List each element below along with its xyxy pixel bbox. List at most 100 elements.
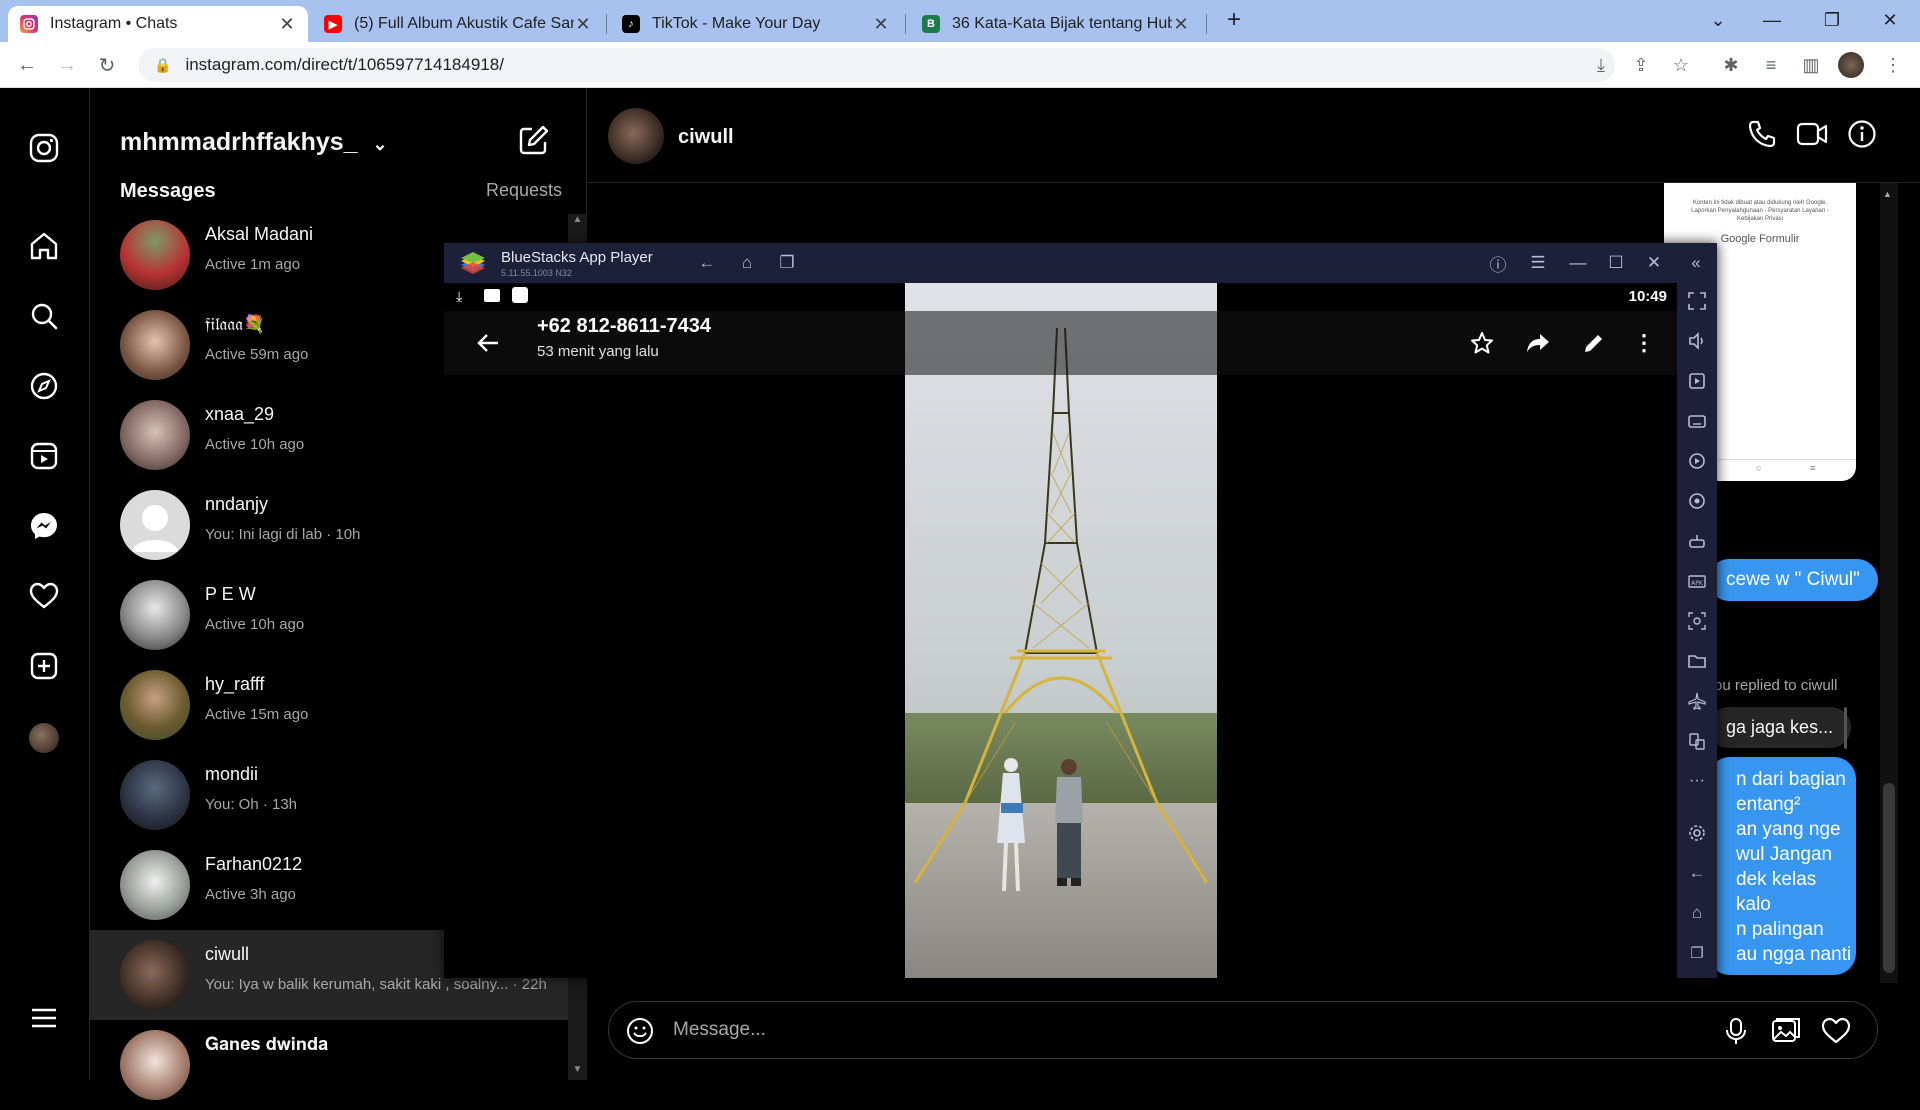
tab-instagram[interactable]: Instagram • Chats ✕ bbox=[8, 6, 308, 42]
forward-share-icon[interactable] bbox=[1522, 327, 1554, 359]
settings-gear-icon[interactable] bbox=[1685, 821, 1709, 845]
minimize-icon[interactable]: — bbox=[1752, 0, 1792, 40]
back-arrow-icon[interactable]: ← bbox=[695, 251, 719, 275]
scroll-up-icon[interactable]: ▲ bbox=[570, 214, 585, 230]
back-arrow-icon[interactable]: ← bbox=[1685, 861, 1709, 885]
address-bar[interactable]: 🔒 instagram.com/direct/t/106597714184918… bbox=[138, 48, 1615, 82]
media-manager-icon[interactable] bbox=[1685, 369, 1709, 393]
microphone-icon[interactable] bbox=[1719, 1014, 1753, 1048]
avatar[interactable] bbox=[608, 108, 664, 164]
close-icon[interactable]: ✕ bbox=[1642, 251, 1666, 275]
close-icon[interactable]: ✕ bbox=[278, 14, 296, 35]
avatar bbox=[120, 400, 190, 470]
reply-quote-bubble[interactable]: ga jaga kes... bbox=[1708, 707, 1852, 748]
bluestacks-app-name: BlueStacks App Player bbox=[501, 249, 653, 266]
explore-compass-icon[interactable] bbox=[26, 368, 62, 404]
share-icon[interactable]: ⇪ bbox=[1628, 52, 1654, 78]
recent-apps-icon[interactable]: ❐ bbox=[775, 251, 799, 275]
maximize-icon[interactable]: ☐ bbox=[1604, 251, 1628, 275]
scroll-up-icon[interactable]: ▲ bbox=[1883, 189, 1892, 199]
profile-avatar[interactable] bbox=[26, 720, 62, 756]
back-arrow-icon[interactable] bbox=[472, 327, 504, 359]
card-disclaimer: Konten ini tidak dibuat atau didukung ol… bbox=[1691, 200, 1829, 222]
emoji-icon[interactable] bbox=[623, 1014, 657, 1048]
extensions-puzzle-icon[interactable]: ✱ bbox=[1718, 52, 1744, 78]
tab-separator bbox=[1206, 14, 1207, 34]
collapse-sidebar-icon[interactable]: « bbox=[1684, 251, 1708, 275]
install-apk-icon[interactable]: APK bbox=[1685, 569, 1709, 593]
new-message-compose-icon[interactable] bbox=[518, 124, 552, 158]
notifications-heart-icon[interactable] bbox=[26, 578, 62, 614]
home-icon[interactable]: ⌂ bbox=[735, 251, 759, 275]
reels-icon[interactable] bbox=[26, 438, 62, 474]
chat-scrollbar[interactable]: ▲ bbox=[1880, 183, 1898, 983]
instagram-logo-icon[interactable] bbox=[26, 130, 62, 166]
star-icon[interactable] bbox=[1466, 327, 1498, 359]
rotate-icon[interactable] bbox=[1685, 489, 1709, 513]
volume-icon[interactable] bbox=[1685, 329, 1709, 353]
side-panel-icon[interactable]: ▥ bbox=[1798, 52, 1824, 78]
bluestacks-version: 5.11.55.1003 N32 bbox=[501, 268, 572, 278]
more-options-icon[interactable]: ··· bbox=[1685, 769, 1709, 793]
forward-arrow-icon[interactable]: → bbox=[52, 50, 82, 80]
conversation-item[interactable]: 𝐆𝐚𝐧𝐞𝐬 𝐝𝐰𝐢𝐧𝐝𝐚 bbox=[90, 1020, 568, 1110]
requests-link[interactable]: Requests bbox=[486, 180, 562, 201]
reload-icon[interactable]: ↻ bbox=[92, 50, 122, 80]
scrollbar-thumb[interactable] bbox=[1883, 783, 1895, 973]
phone-call-icon[interactable] bbox=[1744, 116, 1780, 152]
card-home-icon: ○ bbox=[1756, 463, 1762, 473]
profile-avatar[interactable] bbox=[1838, 52, 1864, 78]
instagram-icon bbox=[20, 15, 38, 33]
eiffel-tower-photo[interactable] bbox=[905, 283, 1217, 978]
fullscreen-icon[interactable] bbox=[1685, 289, 1709, 313]
tab-search-icon[interactable]: ⌄ bbox=[1698, 0, 1738, 40]
message-input[interactable]: Message... bbox=[673, 1019, 766, 1041]
like-heart-icon[interactable] bbox=[1819, 1014, 1853, 1048]
game-controls-icon[interactable] bbox=[1685, 529, 1709, 553]
install-app-icon[interactable]: ⤓ bbox=[1588, 52, 1614, 78]
tab-tiktok[interactable]: ♪ TikTok - Make Your Day ✕ bbox=[610, 6, 902, 42]
media-queue-icon[interactable]: ≡ bbox=[1758, 52, 1784, 78]
folder-icon[interactable] bbox=[1685, 649, 1709, 673]
recent-apps-icon[interactable]: ❐ bbox=[1685, 941, 1709, 965]
close-window-icon[interactable]: ✕ bbox=[1870, 0, 1910, 40]
edit-pencil-icon[interactable] bbox=[1578, 327, 1610, 359]
help-icon[interactable]: ⓘ bbox=[1486, 251, 1510, 275]
more-menu-icon[interactable] bbox=[26, 1000, 62, 1036]
search-icon[interactable] bbox=[26, 298, 62, 334]
browser-menu-icon[interactable]: ⋮ bbox=[1880, 52, 1906, 78]
scroll-down-icon[interactable]: ▼ bbox=[570, 1064, 585, 1080]
bluestacks-titlebar[interactable]: BlueStacks App Player 5.11.55.1003 N32 ←… bbox=[444, 243, 1717, 283]
gallery-image-icon[interactable] bbox=[1769, 1014, 1803, 1048]
message-bubble-sent[interactable]: n dari bagian entang² an yang nge wul Ja… bbox=[1708, 757, 1856, 975]
new-tab-button[interactable]: + bbox=[1214, 0, 1254, 40]
airplane-mode-icon[interactable] bbox=[1685, 689, 1709, 713]
home-icon[interactable]: ⌂ bbox=[1685, 901, 1709, 925]
message-bubble-sent[interactable]: cewe w " Ciwul" bbox=[1708, 559, 1878, 601]
messenger-icon[interactable] bbox=[26, 508, 62, 544]
overflow-menu-icon[interactable]: ⋮ bbox=[1628, 327, 1660, 359]
macro-recorder-icon[interactable] bbox=[1685, 449, 1709, 473]
close-icon[interactable]: ✕ bbox=[1172, 14, 1190, 35]
info-icon[interactable] bbox=[1844, 116, 1880, 152]
video-call-icon[interactable] bbox=[1794, 116, 1830, 152]
account-switcher[interactable]: mhmmadrhffakhys_ ⌄ bbox=[120, 128, 388, 157]
back-arrow-icon[interactable]: ← bbox=[12, 50, 42, 80]
menu-icon[interactable]: ☰ bbox=[1526, 251, 1550, 275]
close-icon[interactable]: ✕ bbox=[872, 14, 890, 35]
conversation-name: nndanjy bbox=[205, 494, 269, 514]
chevron-down-icon: ⌄ bbox=[372, 134, 388, 154]
restore-icon[interactable]: ❐ bbox=[1812, 0, 1852, 40]
close-icon[interactable]: ✕ bbox=[574, 14, 592, 35]
bookmark-star-icon[interactable]: ☆ bbox=[1668, 52, 1694, 78]
minimize-icon[interactable]: — bbox=[1566, 251, 1590, 275]
multi-instance-icon[interactable] bbox=[1685, 729, 1709, 753]
screenshot-icon[interactable] bbox=[1685, 609, 1709, 633]
tab-article[interactable]: B 36 Kata-Kata Bijak tentang Hubu ✕ bbox=[910, 6, 1202, 42]
home-icon[interactable] bbox=[26, 228, 62, 264]
create-plus-icon[interactable] bbox=[26, 648, 62, 684]
tab-youtube[interactable]: ▶ (5) Full Album Akustik Cafe Santa ✕ bbox=[312, 6, 604, 42]
messages-heading: Messages bbox=[120, 180, 216, 202]
keyboard-controls-icon[interactable] bbox=[1685, 409, 1709, 433]
chat-contact-name[interactable]: ciwull bbox=[678, 126, 734, 149]
